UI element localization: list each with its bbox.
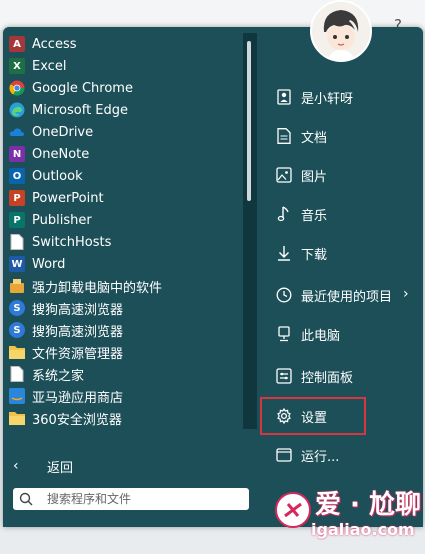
app-label: Access <box>32 36 77 52</box>
right-item-label: 图片 <box>301 169 328 185</box>
excel-icon: X <box>9 58 25 74</box>
app-item-chrome[interactable]: Google Chrome <box>9 77 241 99</box>
app-label: OneDrive <box>32 124 94 140</box>
right-item-label: 运行... <box>301 449 340 465</box>
app-item-word[interactable]: W Word <box>9 253 241 275</box>
search-input[interactable] <box>45 491 239 507</box>
app-label: 系统之家 <box>32 368 85 384</box>
avatar-image <box>312 2 370 60</box>
app-label: Google Chrome <box>32 80 133 96</box>
onenote-icon: N <box>9 146 25 162</box>
app-item-edge[interactable]: Microsoft Edge <box>9 99 241 121</box>
scrollbar-thumb[interactable] <box>247 41 251 201</box>
watermark: 爱 · 尬聊 igaliao.com <box>271 482 421 554</box>
app-item-uninstaller[interactable]: 强力卸载电脑中的软件 <box>9 275 241 297</box>
picture-icon <box>275 166 293 184</box>
run-icon <box>275 446 293 464</box>
computer-icon <box>275 325 293 343</box>
chevron-left-icon: ‹ <box>13 458 19 474</box>
powerpoint-icon: P <box>9 190 25 206</box>
app-label: 文件资源管理器 <box>32 346 124 362</box>
back-button[interactable]: ‹ 返回 <box>13 455 73 477</box>
access-icon: A <box>9 36 25 52</box>
app-label: 搜狗高速浏览器 <box>32 324 124 340</box>
edge-icon <box>9 102 25 118</box>
chevron-right-icon[interactable]: › <box>403 286 409 302</box>
watermark-title: 爱 · 尬聊 <box>315 490 421 520</box>
app-label: Excel <box>32 58 67 74</box>
outlook-icon: O <box>9 168 25 184</box>
app-label: OneNote <box>32 146 90 162</box>
watermark-logo-icon <box>275 492 311 528</box>
amazon-icon <box>9 388 25 404</box>
folder-icon <box>9 344 25 360</box>
app-label: 强力卸载电脑中的软件 <box>32 280 163 296</box>
app-label: Outlook <box>32 168 83 184</box>
app-label: 亚马逊应用商店 <box>32 390 124 406</box>
app-item-access[interactable]: A Access <box>9 33 241 55</box>
app-label: Publisher <box>32 212 92 228</box>
right-item-label: 最近使用的项目 <box>301 289 393 305</box>
app-item-powerpoint[interactable]: P PowerPoint <box>9 187 241 209</box>
app-item-excel[interactable]: X Excel <box>9 55 241 77</box>
app-label: 360安全浏览器 <box>32 412 122 428</box>
app-item-360-browser[interactable]: 360安全浏览器 <box>9 407 241 429</box>
document-icon <box>275 127 293 145</box>
control-panel-icon <box>275 367 293 385</box>
chrome-icon <box>9 80 25 96</box>
download-icon <box>275 244 293 262</box>
clock-icon <box>275 286 293 304</box>
avatar[interactable] <box>310 0 372 62</box>
uninstall-icon <box>9 278 25 294</box>
app-item-publisher[interactable]: P Publisher <box>9 209 241 231</box>
right-item-label: 音乐 <box>301 208 328 224</box>
app-label: SwitchHosts <box>32 234 112 250</box>
search-icon <box>19 492 35 506</box>
app-item-sogou-browser[interactable]: S 搜狗高速浏览器 <box>9 297 241 319</box>
app-label: 搜狗高速浏览器 <box>32 302 124 318</box>
app-item-amazon-appstore[interactable]: 亚马逊应用商店 <box>9 385 241 407</box>
publisher-icon: P <box>9 212 25 228</box>
app-item-onenote[interactable]: N OneNote <box>9 143 241 165</box>
sogou-browser-icon: S <box>9 300 25 316</box>
right-item-label: 此电脑 <box>301 328 341 344</box>
file-icon <box>9 366 25 382</box>
right-item-music[interactable]: 音乐 <box>275 201 327 227</box>
app-label: Microsoft Edge <box>32 102 129 118</box>
app-item-onedrive[interactable]: OneDrive <box>9 121 241 143</box>
right-item-documents[interactable]: 文档 <box>275 123 327 149</box>
right-item-control-panel[interactable]: 控制面板 <box>275 363 353 389</box>
right-item-label: 文档 <box>301 130 328 146</box>
app-label: PowerPoint <box>32 190 104 206</box>
app-item-outlook[interactable]: O Outlook <box>9 165 241 187</box>
right-item-run[interactable]: 运行... <box>275 442 339 468</box>
watermark-url: igaliao.com <box>311 520 415 539</box>
right-item-label: 是小轩呀 <box>301 91 354 107</box>
app-list-scrollbar[interactable] <box>243 33 257 429</box>
right-item-recent[interactable]: 最近使用的项目 <box>275 282 392 308</box>
onedrive-icon <box>9 124 25 140</box>
app-item-switchhosts[interactable]: SwitchHosts <box>9 231 241 253</box>
right-item-pictures[interactable]: 图片 <box>275 162 327 188</box>
file-icon <box>9 234 25 250</box>
settings-highlight-box <box>260 397 366 435</box>
word-icon: W <box>9 256 25 272</box>
app-item-xitongzhijia[interactable]: 系统之家 <box>9 363 241 385</box>
search-box[interactable] <box>13 488 249 510</box>
right-item-this-pc[interactable]: 此电脑 <box>275 321 340 347</box>
right-item-downloads[interactable]: 下载 <box>275 240 327 266</box>
sogou-browser-icon: S <box>9 322 25 338</box>
right-item-label: 控制面板 <box>301 370 354 386</box>
back-label: 返回 <box>47 460 74 476</box>
music-icon <box>275 205 293 223</box>
user-icon <box>275 88 293 106</box>
app-label: Word <box>32 256 66 272</box>
start-menu: A Access X Excel Google Chrome Microsoft E… <box>3 27 423 539</box>
app-item-sogou-browser[interactable]: S 搜狗高速浏览器 <box>9 319 241 341</box>
right-item-label: 下载 <box>301 247 328 263</box>
right-item-user[interactable]: 是小轩呀 <box>275 84 353 110</box>
app-item-file-explorer[interactable]: 文件资源管理器 <box>9 341 241 363</box>
folder-icon <box>9 410 25 426</box>
